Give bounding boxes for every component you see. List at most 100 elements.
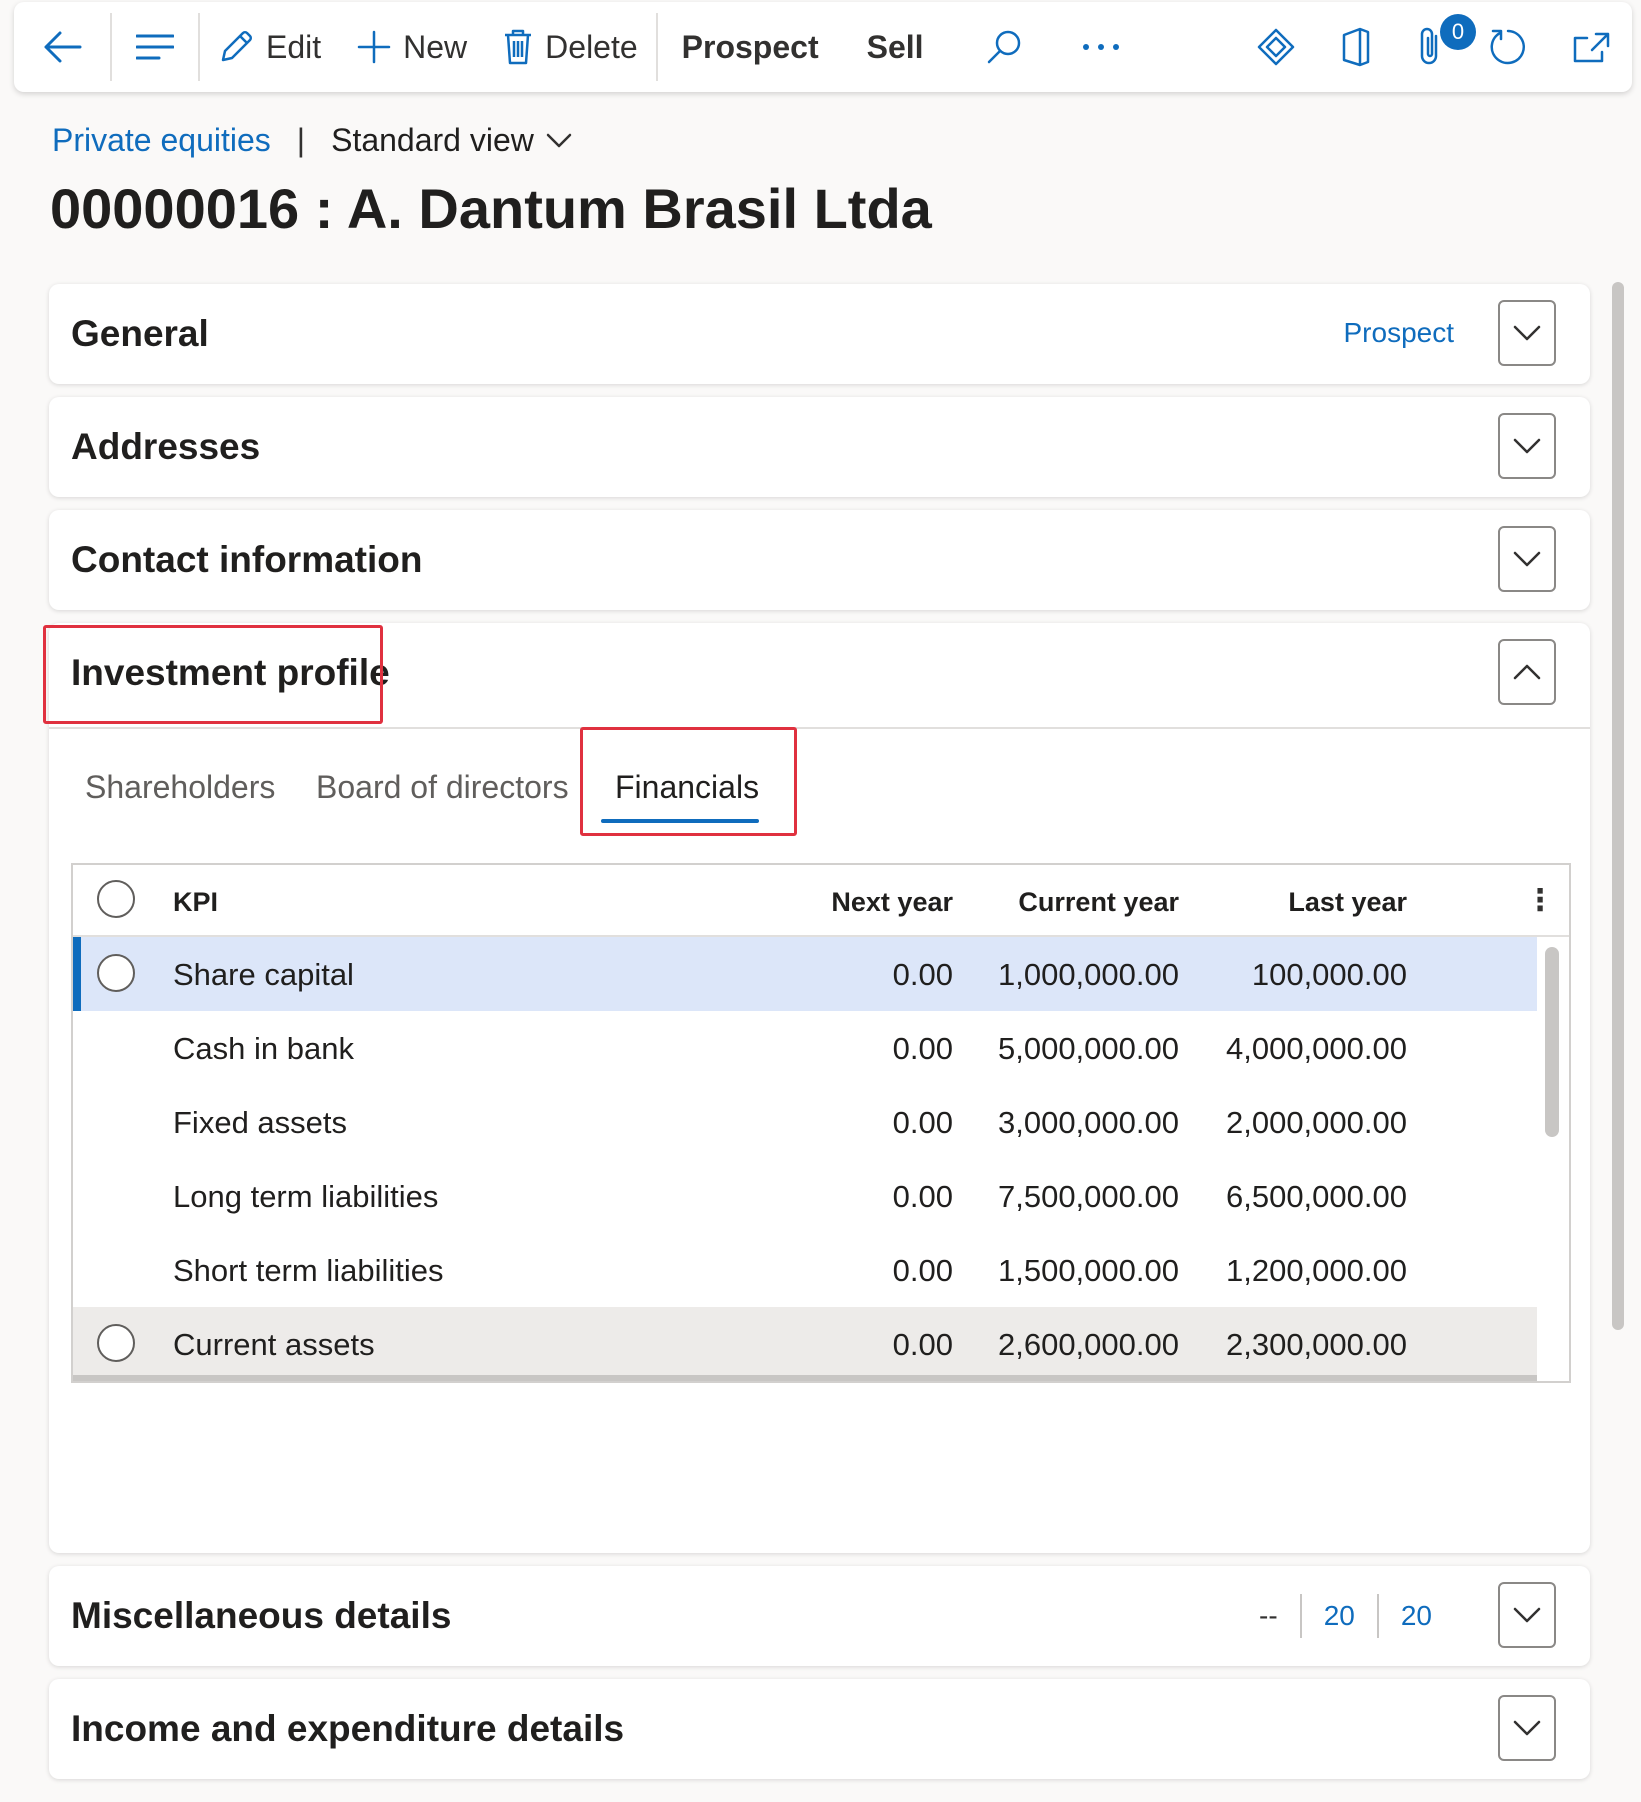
current-year-cell: 3,000,000.00 (997, 1105, 1179, 1140)
investment-profile-section-title: Investment profile (71, 652, 390, 693)
last-year-cell: 100,000.00 (1251, 957, 1407, 992)
column-header-next-year[interactable]: Next year (613, 887, 953, 918)
tab-financials[interactable]: Financials (615, 769, 759, 806)
current-year-cell: 2,600,000.00 (997, 1327, 1179, 1362)
general-expand-button[interactable] (1498, 300, 1556, 366)
column-header-kpi[interactable]: KPI (173, 887, 218, 918)
next-year-cell: 0.00 (892, 957, 953, 992)
last-year-cell: 4,000,000.00 (1225, 1031, 1407, 1066)
income-expenditure-section: Income and expenditure details (49, 1679, 1590, 1779)
contact-information-section-title: Contact information (71, 539, 423, 580)
misc-summary-value: -- (1259, 1600, 1278, 1631)
trash-icon (505, 29, 532, 65)
miscellaneous-summary: -- 20 20 (1237, 1594, 1454, 1638)
current-year-cell: 1,000,000.00 (997, 957, 1179, 992)
row-select-radio[interactable] (97, 954, 135, 992)
view-selector[interactable]: Standard view (331, 122, 572, 159)
last-year-cell: 2,300,000.00 (1225, 1327, 1407, 1362)
kpi-cell: Fixed assets (173, 1105, 348, 1140)
power-apps-button[interactable] (1234, 2, 1318, 92)
select-all-radio[interactable] (97, 880, 135, 918)
breadcrumb-separator: | (296, 122, 306, 158)
row-select-radio[interactable] (97, 1324, 135, 1362)
grid-vertical-scrollbar[interactable] (1545, 947, 1559, 1137)
general-section-header[interactable]: General Prospect (49, 284, 1590, 384)
attachments-button[interactable]: 0 (1394, 2, 1476, 92)
investment-profile-section: Investment profile Shareholders Board of… (43, 623, 1590, 1553)
table-row[interactable]: Cash in bank 0.00 5,000,000.00 4,000,000… (73, 1011, 1537, 1085)
grid-horizontal-scrollbar[interactable] (73, 1375, 1537, 1381)
next-year-cell: 0.00 (892, 1105, 953, 1140)
pencil-icon (221, 31, 252, 62)
current-year-cell: 7,500,000.00 (997, 1179, 1179, 1214)
contact-information-expand-button[interactable] (1498, 526, 1556, 592)
table-row[interactable]: Fixed assets 0.00 3,000,000.00 2,000,000… (73, 1085, 1537, 1159)
next-year-cell: 0.00 (892, 1327, 953, 1362)
column-header-current-year[interactable]: Current year (973, 887, 1179, 918)
open-in-new-window-icon (1573, 32, 1610, 63)
addresses-section: Addresses (49, 397, 1590, 497)
open-new-window-button[interactable] (1550, 2, 1632, 92)
page-vertical-scrollbar[interactable] (1612, 282, 1624, 1330)
kpi-cell: Share capital (173, 957, 354, 992)
kpi-cell: Current assets (173, 1327, 375, 1362)
kpi-cell: Cash in bank (173, 1031, 354, 1066)
chevron-down-icon (1513, 325, 1541, 341)
search-icon (987, 30, 1020, 64)
back-button[interactable] (14, 2, 110, 92)
power-apps-icon (1257, 28, 1295, 66)
financials-grid: KPI Next year Current year Last year ⋮ S… (71, 863, 1571, 1383)
addresses-expand-button[interactable] (1498, 413, 1556, 479)
menu-button[interactable] (112, 2, 198, 92)
grid-options-icon[interactable]: ⋮ (1525, 883, 1555, 918)
investment-profile-section-header[interactable]: Investment profile (49, 623, 1590, 723)
income-expenditure-section-header[interactable]: Income and expenditure details (49, 1679, 1590, 1779)
table-row[interactable]: Short term liabilities 0.00 1,500,000.00… (73, 1233, 1537, 1307)
chevron-down-icon (1513, 1720, 1541, 1736)
income-expenditure-expand-button[interactable] (1498, 1695, 1556, 1761)
miscellaneous-details-section-title: Miscellaneous details (71, 1595, 452, 1636)
misc-summary-value: 20 (1323, 1600, 1355, 1631)
investment-profile-collapse-button[interactable] (1498, 639, 1556, 705)
ellipsis-icon (1082, 44, 1119, 50)
edit-label: Edit (266, 28, 322, 65)
tab-board-of-directors[interactable]: Board of directors (316, 769, 569, 806)
miscellaneous-details-expand-button[interactable] (1498, 1582, 1556, 1648)
miscellaneous-details-section-header[interactable]: Miscellaneous details -- 20 20 (49, 1566, 1590, 1666)
more-options-button[interactable] (1060, 2, 1142, 92)
addresses-section-header[interactable]: Addresses (49, 397, 1590, 497)
tab-shareholders[interactable]: Shareholders (85, 769, 275, 806)
current-year-cell: 1,500,000.00 (997, 1253, 1179, 1288)
contact-information-section-header[interactable]: Contact information (49, 510, 1590, 610)
next-year-cell: 0.00 (892, 1253, 953, 1288)
investment-profile-tabs: Shareholders Board of directors Financia… (49, 727, 1590, 823)
table-row[interactable]: Share capital 0.00 1,000,000.00 100,000.… (73, 937, 1537, 1011)
search-button[interactable] (948, 2, 1060, 92)
table-row[interactable]: Long term liabilities 0.00 7,500,000.00 … (73, 1159, 1537, 1233)
contact-information-section: Contact information (49, 510, 1590, 610)
edit-button[interactable]: Edit (200, 2, 339, 92)
refresh-button[interactable] (1466, 2, 1550, 92)
general-status-summary: Prospect (1343, 317, 1455, 348)
next-year-cell: 0.00 (892, 1179, 953, 1214)
new-label: New (403, 28, 468, 65)
grid-header-row: KPI Next year Current year Last year ⋮ (73, 865, 1569, 937)
table-row[interactable]: Current assets 0.00 2,600,000.00 2,300,0… (73, 1307, 1537, 1381)
back-arrow-icon (44, 31, 82, 63)
kpi-cell: Short term liabilities (173, 1253, 444, 1288)
miscellaneous-details-section: Miscellaneous details -- 20 20 (49, 1566, 1590, 1666)
last-year-cell: 6,500,000.00 (1225, 1179, 1407, 1214)
page-title: 00000016 : A. Dantum Brasil Ltda (50, 177, 932, 240)
general-section: General Prospect (49, 284, 1590, 384)
office-button[interactable] (1318, 2, 1394, 92)
breadcrumb: Private equities | Standard view (52, 122, 572, 159)
new-button[interactable]: New (339, 2, 485, 92)
column-header-last-year[interactable]: Last year (1183, 887, 1407, 918)
delete-label: Delete (545, 28, 638, 65)
prospect-menu-button[interactable]: Prospect (658, 2, 843, 92)
view-selector-label: Standard view (331, 122, 534, 158)
plus-icon (357, 30, 391, 64)
breadcrumb-module-link[interactable]: Private equities (52, 122, 271, 159)
delete-button[interactable]: Delete (485, 2, 656, 92)
sell-menu-button[interactable]: Sell (843, 2, 948, 92)
